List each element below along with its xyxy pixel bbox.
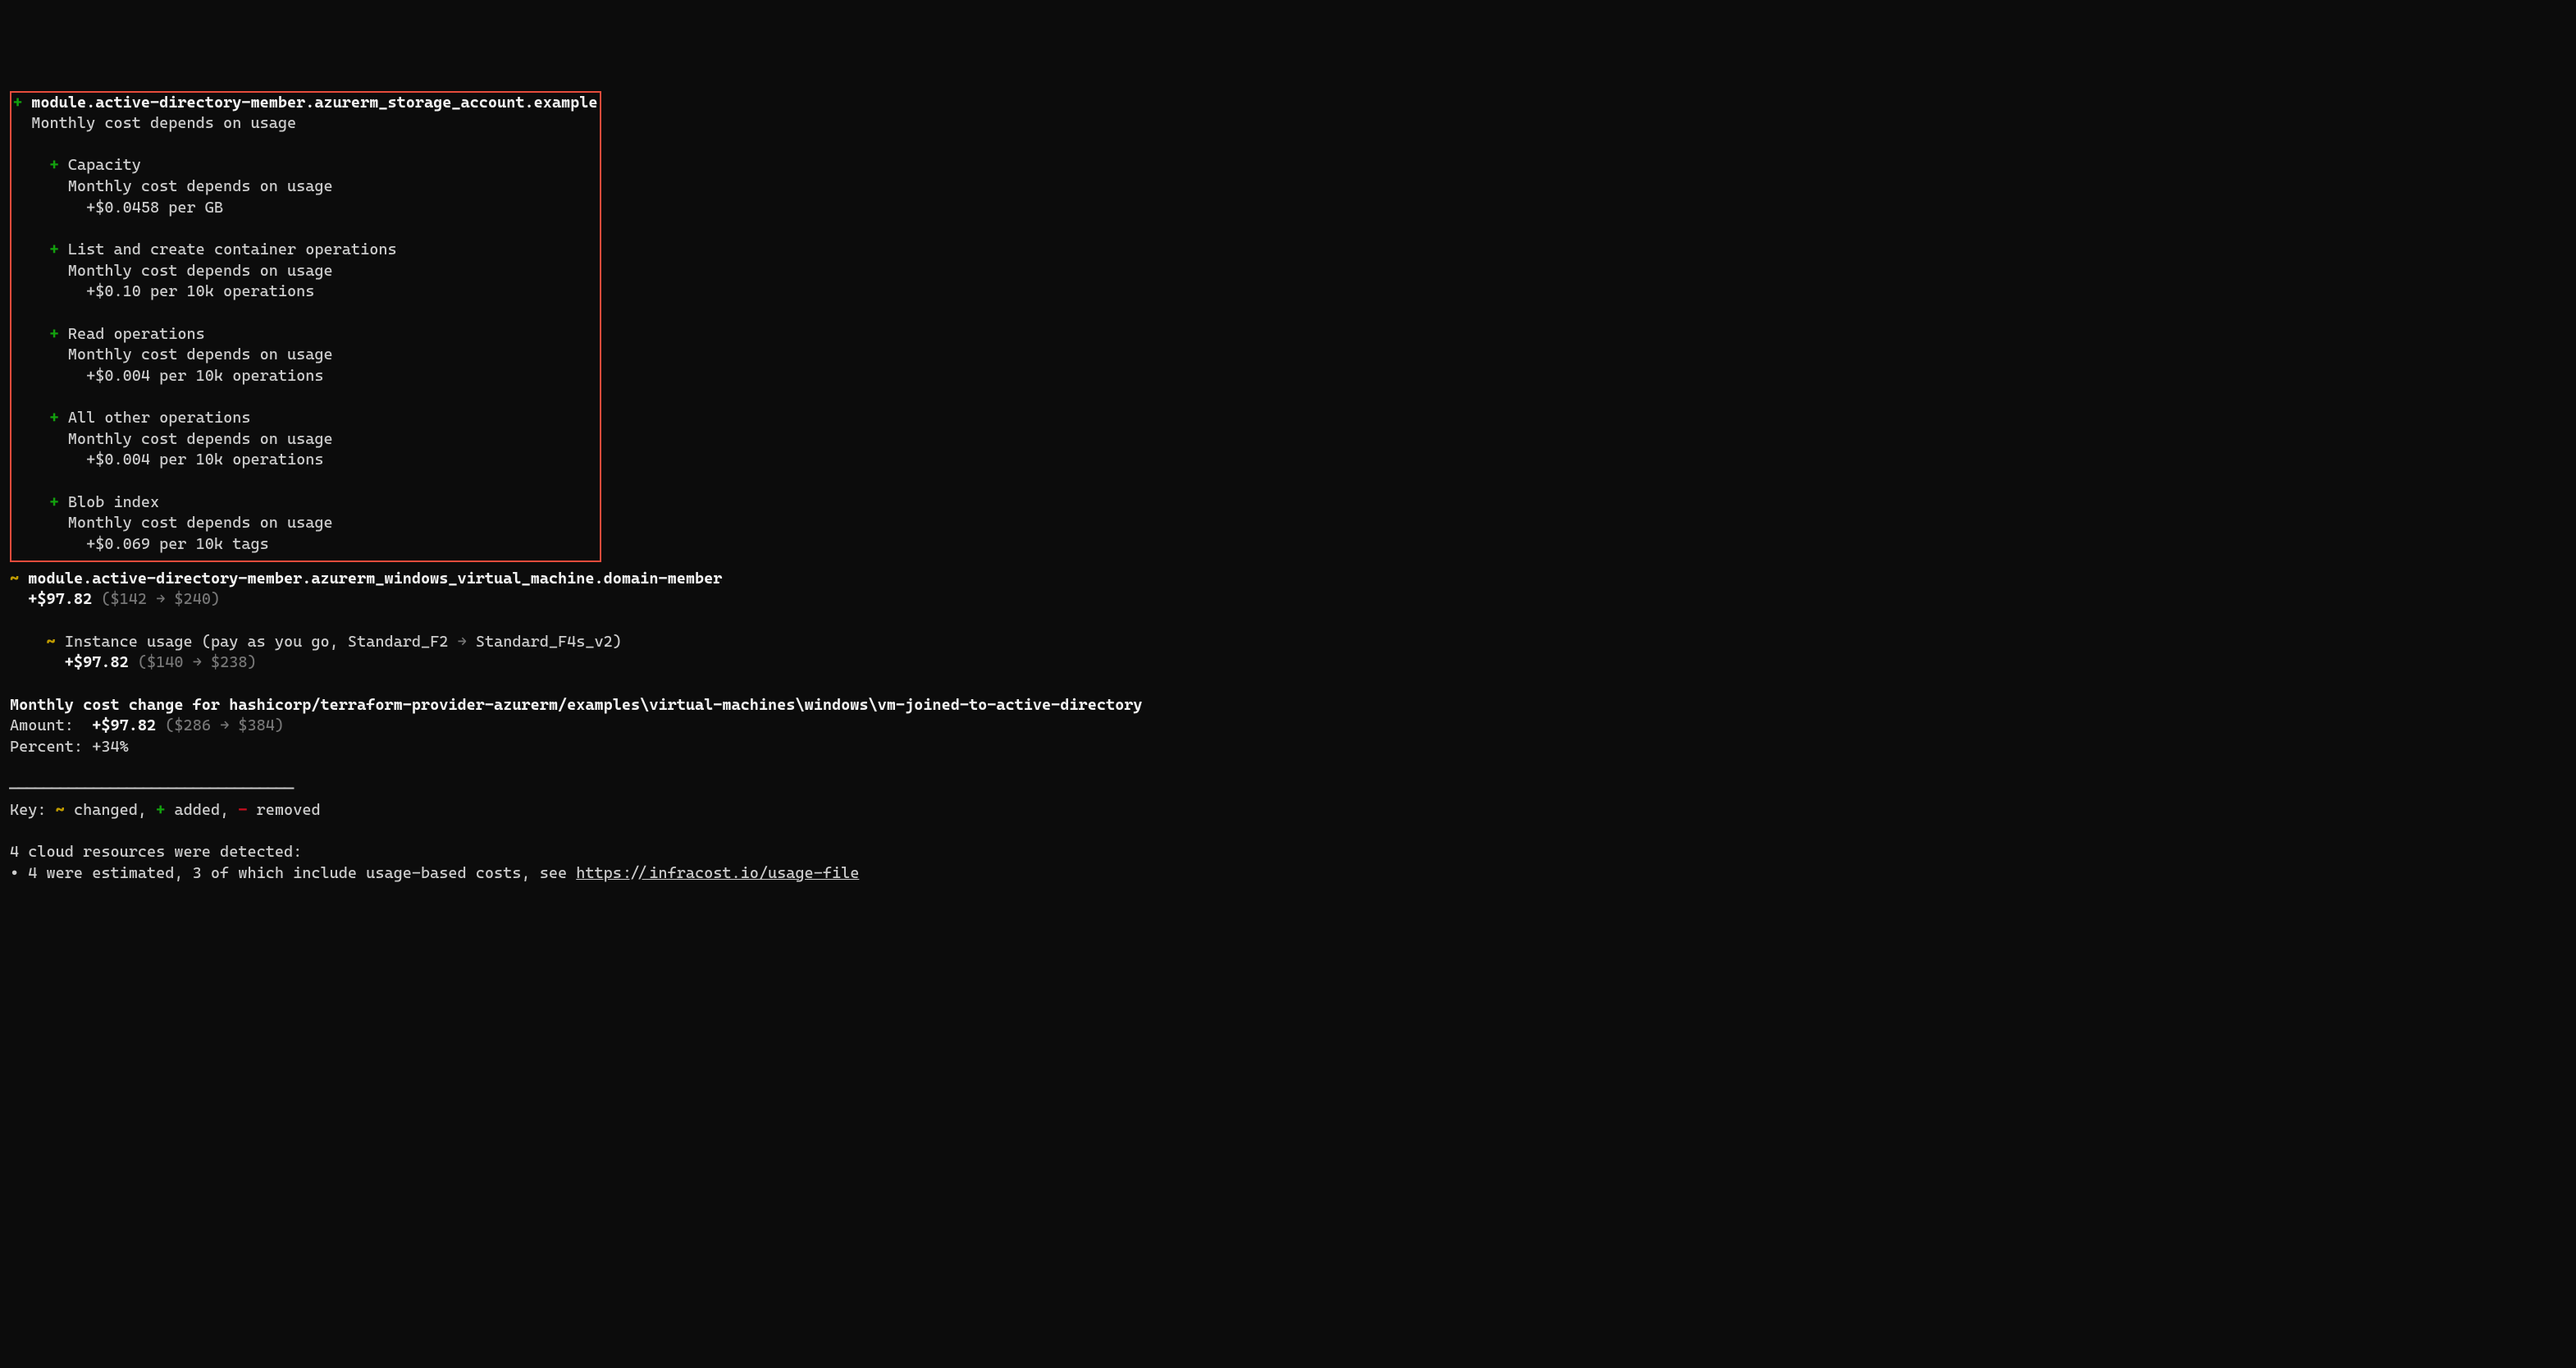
item-name: Read operations (68, 325, 205, 343)
plus-icon: + (50, 325, 59, 343)
item-rate: +$0.004 per 10k operations (13, 450, 598, 471)
footer-line-1: 4 cloud resources were detected: (10, 842, 2566, 863)
usage-file-link[interactable]: https://infracost.io/usage-file (576, 864, 859, 882)
item-rate: +$0.0458 per GB (13, 198, 598, 219)
item-name: List and create container operations (68, 240, 397, 259)
usage-note: Monthly cost depends on usage (68, 430, 333, 448)
item-rate: +$0.10 per 10k operations (13, 281, 598, 303)
resource-name: module.active-directory-member.azurerm_w… (28, 570, 722, 588)
from-value: $286 (174, 716, 211, 734)
divider-line: ────────────────────────────────── (10, 779, 2566, 800)
item-sub: Monthly cost depends on usage (13, 513, 598, 534)
usage-note: Monthly cost depends on usage (31, 114, 296, 132)
footer-line-2: ∙ 4 were estimated, 3 of which include u… (10, 863, 2566, 885)
resource-name: module.active-directory-member.azurerm_s… (31, 94, 597, 112)
vm-header-line: ~ module.active-directory-member.azurerm… (10, 569, 2566, 590)
cost-item: + All other operations (13, 408, 598, 429)
rate-value: +$0.10 per 10k operations (86, 282, 314, 300)
item-rate: +$0.004 per 10k operations (13, 366, 598, 387)
storage-header-line: + module.active-directory-member.azurerm… (13, 93, 598, 114)
plus-icon: + (50, 240, 59, 259)
item-name: Blob index (68, 493, 159, 511)
change-label: Monthly cost change for (10, 696, 220, 714)
amount-value: +$97.82 (92, 716, 156, 734)
item-name: Capacity (68, 156, 141, 174)
rate-value: +$0.069 per 10k tags (86, 535, 269, 553)
usage-note: Monthly cost depends on usage (68, 345, 333, 364)
tilde-icon: ~ (56, 801, 65, 819)
removed-text: removed (257, 801, 321, 819)
tilde-icon: ~ (47, 633, 56, 651)
key-label: Key: (10, 801, 47, 819)
changed-text: changed, (74, 801, 147, 819)
cost-item: + Blob index (13, 492, 598, 514)
plus-icon: + (50, 156, 59, 174)
arrow-icon: → (458, 633, 467, 651)
storage-account-highlight-box: + module.active-directory-member.azurerm… (10, 91, 601, 562)
item-sub: Monthly cost depends on usage (13, 261, 598, 282)
item-sub: Monthly cost depends on usage (13, 345, 598, 366)
summary-amount-line: Amount: +$97.82 ($286 → $384) (10, 716, 2566, 737)
vm-sub-cost-line: +$97.82 ($140 → $238) (10, 652, 2566, 674)
cost-item: + Capacity (13, 155, 598, 176)
percent-label: Percent: (10, 738, 83, 756)
cost-item: + List and create container operations (13, 240, 598, 261)
plus-icon: + (50, 493, 59, 511)
instance-usage-label: Instance usage (pay as you go, Standard_… (65, 633, 449, 651)
amount-label: Amount: (10, 716, 74, 734)
rate-value: +$0.004 per 10k operations (86, 451, 323, 469)
summary-change-line: Monthly cost change for hashicorp/terraf… (10, 695, 2566, 716)
summary-percent-line: Percent: +34% (10, 737, 2566, 758)
usage-note: Monthly cost depends on usage (68, 262, 333, 280)
item-rate: +$0.069 per 10k tags (13, 534, 598, 556)
minus-icon: - (238, 801, 247, 819)
item-name: All other operations (68, 409, 251, 427)
plus-icon: + (13, 94, 22, 112)
usage-note: Monthly cost depends on usage (68, 177, 333, 195)
from-value: $140 (147, 653, 184, 671)
cost-item: + Read operations (13, 324, 598, 345)
usage-note: Monthly cost depends on usage (68, 514, 333, 532)
to-value: $384 (238, 716, 275, 734)
cost-range: ($142 → $240) (101, 590, 220, 608)
cost-delta: +$97.82 (65, 653, 129, 671)
tilde-icon: ~ (10, 570, 19, 588)
storage-header-sub: Monthly cost depends on usage (13, 113, 598, 135)
instance-target: Standard_F4s_v2) (476, 633, 622, 651)
to-value: $240 (174, 590, 211, 608)
item-sub: Monthly cost depends on usage (13, 176, 598, 198)
plus-icon: + (50, 409, 59, 427)
cost-delta: +$97.82 (28, 590, 92, 608)
vm-cost-line: +$97.82 ($142 → $240) (10, 589, 2566, 611)
to-value: $238 (211, 653, 248, 671)
percent-value: +34% (92, 738, 129, 756)
rate-value: +$0.004 per 10k operations (86, 367, 323, 385)
vm-sub-line: ~ Instance usage (pay as you go, Standar… (10, 632, 2566, 653)
cost-range: ($140 → $238) (138, 653, 257, 671)
item-sub: Monthly cost depends on usage (13, 429, 598, 451)
plus-icon: + (156, 801, 165, 819)
added-text: added, (174, 801, 229, 819)
key-legend: Key: ~ changed, + added, - removed (10, 800, 2566, 821)
from-value: $142 (110, 590, 147, 608)
rate-value: +$0.0458 per GB (86, 199, 223, 217)
amount-range: ($286 → $384) (165, 716, 284, 734)
change-path: hashicorp/terraform-provider-azurerm/exa… (229, 696, 1142, 714)
footer-estimated-text: ∙ 4 were estimated, 3 of which include u… (10, 864, 576, 882)
